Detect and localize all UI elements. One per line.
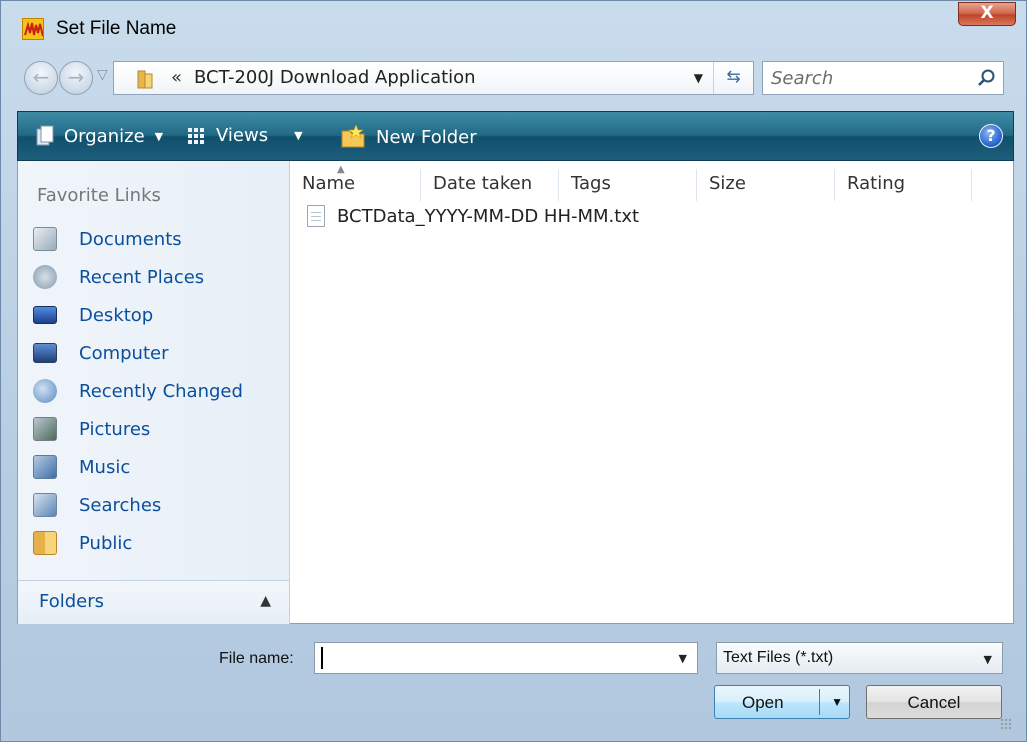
file-type-select[interactable]: Text Files (*.txt) ▼ <box>716 642 1003 674</box>
split-divider <box>819 689 820 715</box>
music-icon <box>33 455 57 479</box>
command-toolbar: Organize ▼ Views ▼ New Folder ? <box>17 111 1014 161</box>
new-folder-icon <box>341 125 365 148</box>
sidebar-item-documents[interactable]: Documents <box>26 221 281 257</box>
column-header-date-taken[interactable]: Date taken <box>422 169 559 201</box>
address-bar[interactable]: « BCT-200J Download Application ▼ ⇆ <box>113 61 754 95</box>
forward-button[interactable]: → <box>59 61 93 95</box>
sort-ascending-icon: ▲ <box>337 164 345 175</box>
title-bar[interactable]: Set File Name X <box>1 1 1026 51</box>
resize-grip-icon[interactable] <box>1000 718 1012 730</box>
back-arrow-icon: ← <box>32 65 50 89</box>
chevron-down-icon[interactable]: ▼ <box>831 695 843 709</box>
search-box[interactable] <box>762 61 1004 95</box>
recent-pages-dropdown-icon[interactable]: ▽ <box>97 67 108 83</box>
new-folder-label: New Folder <box>376 126 477 148</box>
chevron-down-icon: ▼ <box>154 129 164 143</box>
views-label: Views <box>216 125 269 146</box>
breadcrumb-path[interactable]: BCT-200J Download Application <box>194 67 476 88</box>
column-header-label: Name <box>302 173 356 194</box>
folders-label: Folders <box>39 591 105 612</box>
favorite-links-title: Favorite Links <box>37 185 161 206</box>
content-area: Favorite Links Documents Recent Places D… <box>17 161 1014 624</box>
close-button[interactable]: X <box>958 2 1016 26</box>
sidebar-item-label: Public <box>79 532 133 554</box>
cancel-button[interactable]: Cancel <box>866 685 1002 719</box>
sidebar-item-desktop[interactable]: Desktop <box>26 297 281 333</box>
file-list-pane: Name ▲ Date taken Tags Size Rating BCTDa… <box>291 161 1013 624</box>
search-input[interactable] <box>771 67 961 89</box>
sidebar-item-recent-places[interactable]: Recent Places <box>26 259 281 295</box>
file-name-input[interactable] <box>321 647 651 669</box>
breadcrumb-overflow-icon[interactable]: « <box>171 67 182 88</box>
sidebar-item-label: Pictures <box>79 418 151 440</box>
sidebar-item-label: Music <box>79 456 131 478</box>
sidebar-item-music[interactable]: Music <box>26 449 281 485</box>
address-dropdown-icon[interactable]: ▼ <box>694 71 703 85</box>
column-header-label: Date taken <box>433 173 533 194</box>
column-header-label: Tags <box>571 173 611 194</box>
file-type-value: Text Files (*.txt) <box>723 649 834 666</box>
sidebar-item-label: Documents <box>79 228 182 250</box>
sidebar-item-label: Recent Places <box>79 266 205 288</box>
file-name-panel: File name: ▼ Text Files (*.txt) ▼ Open ▼… <box>17 624 1014 732</box>
recent-places-icon <box>33 265 57 289</box>
app-logo-icon <box>22 18 44 40</box>
sidebar-item-recently-changed[interactable]: Recently Changed <box>26 373 281 409</box>
open-label: Open <box>742 693 784 712</box>
organize-label: Organize <box>64 125 145 147</box>
open-button[interactable]: Open ▼ <box>714 685 850 719</box>
column-header-label: Rating <box>847 173 906 194</box>
chevron-down-icon[interactable]: ▼ <box>679 652 687 665</box>
cancel-label: Cancel <box>907 693 961 712</box>
chevron-up-icon: ▲ <box>260 593 271 609</box>
computer-icon <box>33 343 57 363</box>
pictures-icon <box>33 417 57 441</box>
search-icon[interactable] <box>977 68 997 88</box>
organize-menu-button[interactable]: Organize ▼ <box>36 125 163 147</box>
column-header-size[interactable]: Size <box>698 169 835 201</box>
sidebar-item-label: Searches <box>79 494 162 516</box>
sidebar-item-label: Recently Changed <box>79 380 243 402</box>
window-title: Set File Name <box>56 18 177 39</box>
refresh-icon: ⇆ <box>726 67 741 87</box>
sidebar-item-searches[interactable]: Searches <box>26 487 281 523</box>
recently-changed-icon <box>33 379 57 403</box>
column-header-name[interactable]: Name ▲ <box>291 164 421 201</box>
column-header-tags[interactable]: Tags <box>560 169 697 201</box>
desktop-icon <box>33 306 57 324</box>
sidebar-item-computer[interactable]: Computer <box>26 335 281 371</box>
sidebar-item-public[interactable]: Public <box>26 525 281 561</box>
column-header-rating[interactable]: Rating <box>836 169 972 201</box>
organize-icon <box>36 125 54 146</box>
views-grid-icon <box>188 127 204 144</box>
set-file-name-dialog: Set File Name X ← → ▽ « BCT-200J Downloa… <box>0 0 1027 742</box>
folders-toggle[interactable]: Folders ▲ <box>18 580 289 624</box>
back-button[interactable]: ← <box>24 61 58 95</box>
navigation-pane: Favorite Links Documents Recent Places D… <box>18 161 290 624</box>
documents-icon <box>33 227 57 251</box>
text-file-icon <box>307 205 325 227</box>
views-menu-button[interactable]: Views ▼ <box>188 125 303 146</box>
public-folder-icon <box>33 531 57 555</box>
folder-icon <box>137 70 153 89</box>
help-icon[interactable]: ? <box>979 124 1003 148</box>
chevron-down-icon: ▼ <box>983 653 992 666</box>
file-name-label: File name: <box>219 650 294 667</box>
forward-arrow-icon: → <box>67 65 85 89</box>
file-name-combobox[interactable]: ▼ <box>314 642 698 674</box>
sidebar-item-label: Desktop <box>79 304 154 326</box>
chevron-down-icon: ▼ <box>294 129 303 142</box>
searches-icon <box>33 493 57 517</box>
file-name: BCTData_YYYY-MM-DD HH-MM.txt <box>337 205 640 227</box>
sidebar-item-pictures[interactable]: Pictures <box>26 411 281 447</box>
new-folder-button[interactable]: New Folder <box>340 125 477 149</box>
column-header-label: Size <box>709 173 746 194</box>
file-list-item[interactable]: BCTData_YYYY-MM-DD HH-MM.txt <box>307 205 639 227</box>
sidebar-item-label: Computer <box>79 342 169 364</box>
refresh-button[interactable]: ⇆ <box>713 62 753 94</box>
